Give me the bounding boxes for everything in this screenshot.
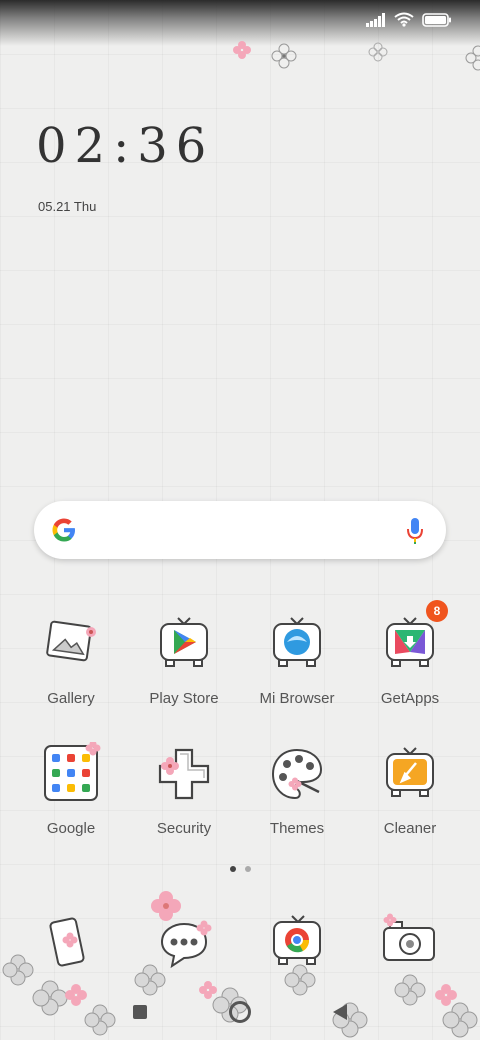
app-cleaner[interactable]: Cleaner (360, 742, 460, 837)
app-themes[interactable]: Themes (247, 742, 347, 837)
themes-icon (265, 742, 329, 806)
page-dot-current[interactable] (229, 866, 236, 872)
battery-icon (422, 12, 452, 27)
app-gallery[interactable]: Gallery (21, 612, 121, 707)
app-label: Gallery (47, 690, 95, 707)
gallery-icon (39, 612, 103, 676)
back-button[interactable] (325, 997, 355, 1027)
app-security[interactable]: Security (134, 742, 234, 837)
security-icon (152, 742, 216, 806)
app-label: Mi Browser (259, 690, 335, 707)
cleaner-icon (378, 742, 442, 806)
app-label: Security (156, 820, 212, 837)
microphone-icon[interactable] (406, 517, 424, 550)
google-search-bar[interactable] (34, 501, 446, 559)
wifi-icon (394, 12, 414, 27)
chrome-icon[interactable] (268, 912, 328, 972)
getapps-icon: 8 (378, 600, 448, 676)
recents-button[interactable] (125, 997, 155, 1027)
status-bar (366, 12, 452, 27)
app-label: GetApps (380, 690, 440, 707)
clock-date[interactable]: 05.21 Thu (38, 199, 96, 214)
phone-icon[interactable] (40, 912, 100, 972)
app-google[interactable]: Google (21, 740, 121, 837)
app-label: Play Store (149, 690, 219, 707)
page-dot[interactable] (244, 866, 251, 872)
app-mi-browser[interactable]: Mi Browser (247, 612, 347, 707)
notification-badge: 8 (426, 600, 448, 622)
app-label: Cleaner (383, 820, 437, 837)
app-label: Themes (269, 820, 325, 837)
app-getapps[interactable]: 8 GetApps (360, 600, 460, 707)
navigation-bar (0, 985, 480, 1040)
app-label: Google (46, 820, 96, 837)
app-play-store[interactable]: Play Store (134, 612, 234, 707)
messages-icon[interactable] (154, 912, 214, 972)
mi-browser-icon (265, 612, 329, 676)
google-logo-icon (50, 516, 78, 549)
play-store-icon (152, 612, 216, 676)
signal-icon (366, 12, 386, 27)
camera-icon[interactable] (378, 912, 438, 972)
home-button[interactable] (225, 997, 255, 1027)
page-indicator[interactable] (0, 866, 480, 872)
flower-decoration-top (233, 41, 480, 71)
google-folder-icon (39, 740, 103, 806)
clock-time[interactable]: 02:36 (36, 118, 214, 174)
